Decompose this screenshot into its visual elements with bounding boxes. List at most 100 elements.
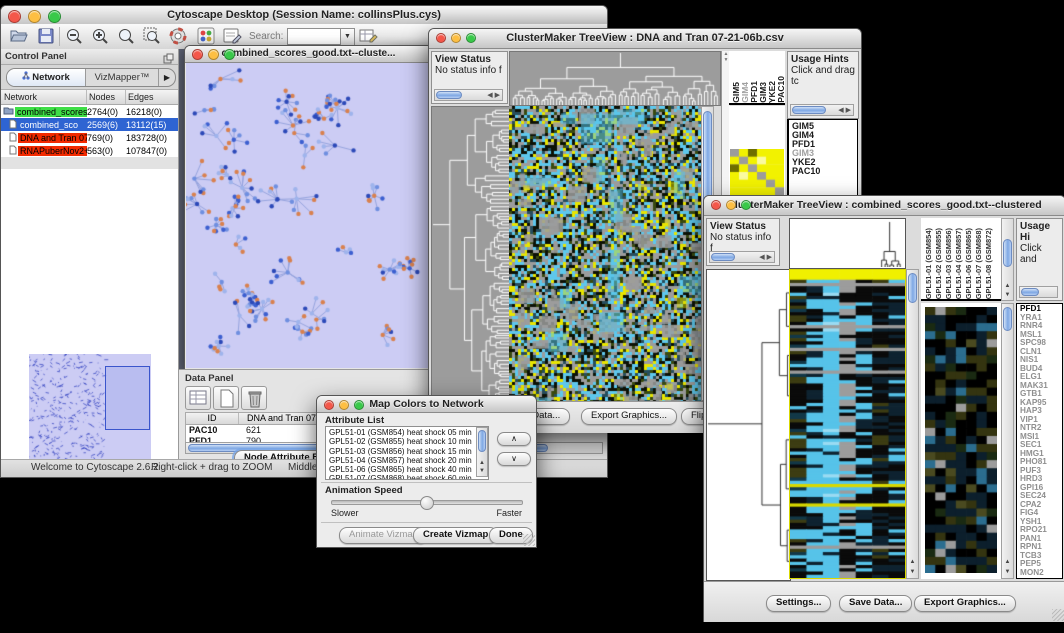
tab-network[interactable]: Network [7, 69, 86, 86]
column-label[interactable]: GIM4 [740, 82, 749, 103]
gene-label[interactable]: SEC1 [1020, 441, 1062, 450]
gene-label[interactable]: MAK31 [1020, 382, 1062, 391]
scrollbar-thumb[interactable] [1003, 239, 1012, 267]
gene-label[interactable]: SEC24 [1020, 492, 1062, 501]
export-graphics-button[interactable]: Export Graphics... [581, 408, 677, 425]
zoom-heatmap[interactable] [925, 307, 997, 573]
zoom-in-icon[interactable] [91, 27, 109, 50]
attribute-list-item[interactable]: GPL51-03 (GSM856) heat shock 15 min [329, 447, 488, 456]
array-label[interactable]: GPL51-01 (GSM854) [924, 228, 934, 299]
col-nodes[interactable]: Nodes [87, 90, 126, 104]
gene-label[interactable]: PFD1 [1020, 305, 1062, 314]
attribute-list-item[interactable]: GPL51-07 (GSM868) heat shock 60 min [329, 474, 488, 480]
scrollbar-thumb[interactable] [908, 273, 917, 303]
col-edges[interactable]: Edges [126, 90, 178, 104]
minimize-icon[interactable] [208, 49, 219, 60]
gene-label[interactable]: FIG4 [1020, 509, 1062, 518]
gene-label[interactable]: YKE2 [792, 158, 857, 167]
array-label[interactable]: GPL51-07 (GSM868) [974, 228, 984, 299]
gene-label[interactable]: MSL1 [1020, 331, 1062, 340]
zoom-selected-icon[interactable] [143, 27, 161, 50]
gene-label[interactable]: NTR2 [1020, 424, 1062, 433]
gene-label[interactable]: SPC98 [1020, 339, 1062, 348]
attribute-list-item[interactable]: GPL51-02 (GSM855) heat shock 10 min [329, 437, 488, 446]
network-view-canvas[interactable] [186, 63, 431, 368]
view-status-hscrollbar[interactable]: ◀ ▶ [434, 89, 503, 101]
zoom-icon[interactable] [354, 400, 364, 410]
scrollbar-thumb[interactable] [1021, 288, 1039, 296]
dialog-titlebar[interactable]: Map Colors to Network [317, 396, 536, 413]
gene-label[interactable]: CLN1 [1020, 348, 1062, 357]
delete-attribute-icon[interactable] [241, 386, 267, 410]
table-view-icon[interactable] [185, 386, 211, 410]
array-label[interactable]: GPL51-02 (GSM855) [934, 228, 944, 299]
gene-label[interactable]: CPA2 [1020, 501, 1062, 510]
open-file-icon[interactable] [9, 27, 28, 50]
array-labels-vscrollbar[interactable]: ▲▼ [1001, 218, 1014, 301]
birdseye-viewport-rect[interactable] [105, 366, 150, 430]
gene-label[interactable]: YSH1 [1020, 518, 1062, 527]
row-dendrogram[interactable] [431, 106, 510, 403]
zoom-icon[interactable] [48, 10, 61, 23]
animation-speed-slider[interactable] [331, 500, 523, 505]
gene-label[interactable]: PHO81 [1020, 458, 1062, 467]
array-label[interactable]: GPL51-06 (GSM865) [964, 228, 974, 299]
resize-grip[interactable] [523, 534, 535, 546]
gene-label[interactable]: GPI16 [1020, 484, 1062, 493]
gene-label[interactable]: GIM3 [792, 149, 857, 158]
gene-label[interactable]: PEP5 [1020, 560, 1062, 569]
main-titlebar[interactable]: Cytoscape Desktop (Session Name: collins… [1, 6, 607, 25]
scrollbar-thumb[interactable] [478, 430, 486, 452]
scrollbar-thumb[interactable] [711, 253, 735, 261]
gene-label[interactable]: RPN1 [1020, 543, 1062, 552]
create-vizmap-button[interactable]: Create Vizmap [413, 527, 498, 544]
gene-label[interactable]: ELG1 [1020, 373, 1062, 382]
column-label[interactable]: PFD1 [749, 81, 758, 103]
tab-overflow-arrow[interactable]: ▶ [159, 69, 175, 86]
move-up-button[interactable]: ∧ [497, 432, 531, 446]
array-label[interactable]: GPL51-03 (GSM856) [944, 228, 954, 299]
treeview1-titlebar[interactable]: ClusterMaker TreeView : DNA and Tran 07-… [429, 29, 861, 49]
gene-label[interactable]: RPO21 [1020, 526, 1062, 535]
close-icon[interactable] [8, 10, 21, 23]
network-table-row[interactable]: RNAPuberNov2+ 563(0) 107847(0) [1, 144, 178, 157]
array-label[interactable]: GPL51-04 (GSM857) [954, 228, 964, 299]
gene-label[interactable]: VIP1 [1020, 416, 1062, 425]
save-data-button[interactable]: Save Data... [839, 595, 912, 612]
slider-thumb[interactable] [420, 496, 434, 510]
attribute-list-item[interactable]: GPL51-06 (GSM865) heat shock 40 min [329, 465, 488, 474]
search-input[interactable] [287, 28, 341, 45]
usage-hints-hscrollbar[interactable]: ◀ ▶ [790, 104, 854, 116]
gene-label[interactable]: YRA1 [1020, 314, 1062, 323]
network-window-titlebar[interactable]: combined_scores_good.txt--cluste... [185, 46, 432, 63]
column-label[interactable]: YKE2 [767, 81, 776, 103]
resize-grip[interactable] [1052, 609, 1064, 621]
gene-label[interactable]: MON2 [1020, 569, 1062, 578]
gene-label[interactable]: MSI1 [1020, 433, 1062, 442]
zoom-icon[interactable] [741, 200, 751, 210]
column-dendrogram[interactable] [879, 221, 903, 267]
zoom-fit-icon[interactable] [117, 27, 135, 50]
column-label[interactable]: GIM3 [758, 82, 767, 103]
tab-vizmapper[interactable]: VizMapper™ [86, 69, 159, 86]
gene-label[interactable]: BUD4 [1020, 365, 1062, 374]
move-down-button[interactable]: ∨ [497, 452, 531, 466]
zoom-out-icon[interactable] [65, 27, 83, 50]
gene-label[interactable]: PUF3 [1020, 467, 1062, 476]
expression-heatmap[interactable] [509, 106, 701, 401]
gene-label[interactable]: GTB1 [1020, 390, 1062, 399]
new-attribute-icon[interactable] [213, 386, 239, 410]
similarity-matrix[interactable] [730, 149, 784, 195]
minimize-icon[interactable] [726, 200, 736, 210]
gene-label[interactable]: GIM5 [792, 122, 857, 131]
gene-label[interactable]: PAN1 [1020, 535, 1062, 544]
scrollbar-thumb[interactable] [1003, 307, 1012, 331]
settings-button[interactable]: Settings... [766, 595, 831, 612]
attribute-list-vscrollbar[interactable]: ▲▼ [476, 427, 488, 477]
heatmap-vscrollbar[interactable]: ▲▼ [906, 269, 919, 579]
minimize-icon[interactable] [339, 400, 349, 410]
column-label[interactable]: PAC10 [776, 76, 785, 103]
attribute-list-item[interactable]: GPL51-01 (GSM854) heat shock 05 min [329, 428, 488, 437]
gene-label[interactable]: PAC10 [792, 167, 857, 176]
usage-hints-hscrollbar[interactable] [1019, 286, 1058, 298]
